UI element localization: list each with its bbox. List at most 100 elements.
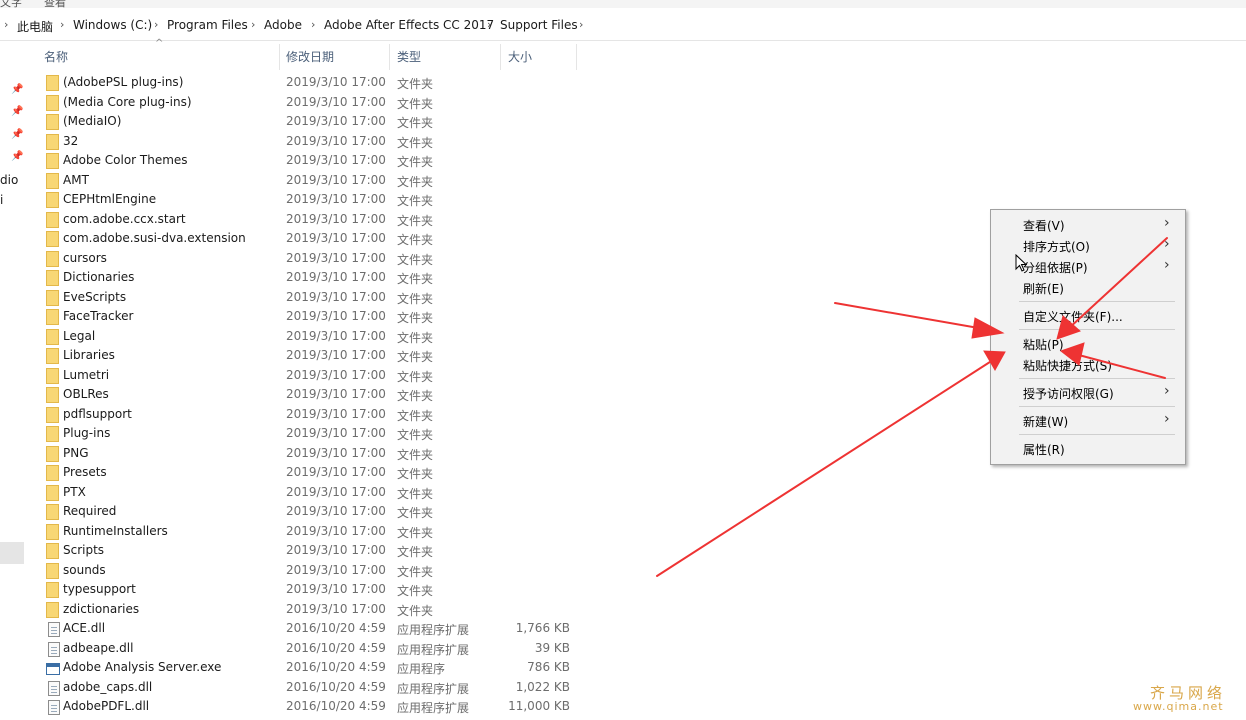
file-row[interactable]: Required 2019/3/10 17:00 文件夹 <box>44 503 584 522</box>
file-row[interactable]: pdflsupport 2019/3/10 17:00 文件夹 <box>44 406 584 425</box>
chevron-right-icon[interactable]: › <box>154 18 158 31</box>
file-row[interactable]: EveScripts 2019/3/10 17:00 文件夹 <box>44 289 584 308</box>
file-name: PTX <box>63 484 86 499</box>
menu-item-label: 授予访问权限(G) <box>1023 387 1114 401</box>
file-row[interactable]: (AdobePSL plug-ins) 2019/3/10 17:00 文件夹 <box>44 74 584 93</box>
file-row[interactable]: AdobePDFL.dll 2016/10/20 4:59 应用程序扩展 11,000… <box>44 698 584 717</box>
menu-item-label: 粘贴(P) <box>1023 338 1064 352</box>
column-divider[interactable] <box>576 44 577 70</box>
file-name: pdflsupport <box>63 406 132 421</box>
file-row[interactable]: Legal 2019/3/10 17:00 文件夹 <box>44 328 584 347</box>
menu-item-new[interactable]: 新建(W) › <box>991 410 1183 431</box>
file-type: 应用程序扩展 <box>397 642 470 657</box>
file-name: Presets <box>63 465 107 479</box>
menu-item-sort[interactable]: 排序方式(O) › <box>991 235 1183 256</box>
file-date: 2019/3/10 17:00 <box>286 94 386 109</box>
file-date: 2019/3/10 17:00 <box>286 582 386 596</box>
pin-icon[interactable]: 📌 <box>11 151 23 162</box>
breadcrumb-support-files[interactable]: Support Files <box>500 18 578 32</box>
menu-item-paste[interactable]: 粘贴(P) <box>991 333 1183 354</box>
folder-icon <box>46 192 59 208</box>
column-divider[interactable] <box>279 44 280 70</box>
file-date: 2019/3/10 17:00 <box>286 172 386 187</box>
file-row[interactable]: adbeape.dll 2016/10/20 4:59 应用程序扩展 39 KB <box>44 640 584 659</box>
file-row[interactable]: PNG 2019/3/10 17:00 文件夹 <box>44 445 584 464</box>
file-row[interactable]: com.adobe.susi-dva.extension 2019/3/10 17… <box>44 230 584 249</box>
file-row[interactable]: Adobe Color Themes 2019/3/10 17:00 文件夹 <box>44 152 584 171</box>
breadcrumb-adobe[interactable]: Adobe <box>264 18 302 32</box>
file-type: 文件夹 <box>397 330 434 345</box>
file-type: 文件夹 <box>397 174 434 189</box>
chevron-right-icon[interactable]: › <box>311 18 315 31</box>
file-row[interactable]: (MediaIO) 2019/3/10 17:00 文件夹 <box>44 113 584 132</box>
file-row[interactable]: adobe_caps.dll 2016/10/20 4:59 应用程序扩展 1,022… <box>44 679 584 698</box>
file-row[interactable]: Libraries 2019/3/10 17:00 文件夹 <box>44 347 584 366</box>
file-date: 2019/3/10 17:00 <box>286 133 386 148</box>
menu-item-refresh[interactable]: 刷新(E) <box>991 277 1183 298</box>
nav-item-label[interactable]: dio <box>0 173 18 187</box>
breadcrumb-this-pc[interactable]: 此电脑 <box>17 18 53 35</box>
file-type: 文件夹 <box>397 77 434 91</box>
chevron-right-icon[interactable]: › <box>251 18 255 31</box>
menu-item-paste-shortcut[interactable]: 粘贴快捷方式(S) <box>991 354 1183 375</box>
file-row[interactable]: Dictionaries 2019/3/10 17:00 文件夹 <box>44 269 584 288</box>
breadcrumb-after-effects[interactable]: Adobe After Effects CC 2017 <box>324 18 494 32</box>
menu-item-customize-folder[interactable]: 自定义文件夹(F)... <box>991 305 1183 326</box>
file-row[interactable]: (Media Core plug-ins) 2019/3/10 17:00 文件夹 <box>44 94 584 113</box>
menu-item-view[interactable]: 查看(V) › <box>991 214 1183 235</box>
file-row[interactable]: RuntimeInstallers 2019/3/10 17:00 文件夹 <box>44 523 584 542</box>
file-type: 文件夹 <box>397 564 434 579</box>
file-name: Legal <box>63 328 96 343</box>
breadcrumb-program-files[interactable]: Program Files <box>167 18 248 32</box>
file-row[interactable]: FaceTracker 2019/3/10 17:00 文件夹 <box>44 308 584 327</box>
nav-item-selected[interactable] <box>0 542 24 564</box>
file-row[interactable]: CEPHtmlEngine 2019/3/10 17:00 文件夹 <box>44 191 584 210</box>
column-header-size[interactable]: 大小 <box>508 48 532 65</box>
file-row[interactable]: OBLRes 2019/3/10 17:00 文件夹 <box>44 386 584 405</box>
chevron-right-icon[interactable]: › <box>60 18 64 31</box>
menu-item-properties[interactable]: 属性(R) <box>991 438 1183 459</box>
file-row[interactable]: com.adobe.ccx.start 2019/3/10 17:00 文件夹 <box>44 211 584 230</box>
file-date: 2019/3/10 17:00 <box>286 250 386 265</box>
file-row[interactable]: Scripts 2019/3/10 17:00 文件夹 <box>44 542 584 561</box>
file-row[interactable]: PTX 2019/3/10 17:00 文件夹 <box>44 484 584 503</box>
menu-separator <box>1019 301 1175 302</box>
chevron-right-icon[interactable]: › <box>4 18 8 31</box>
file-type: 文件夹 <box>397 408 434 423</box>
folder-icon <box>46 582 59 598</box>
pin-icon[interactable]: 📌 <box>11 84 23 95</box>
column-header-date[interactable]: 修改日期 <box>286 48 334 65</box>
breadcrumb-c-drive[interactable]: Windows (C:) <box>73 18 152 32</box>
nav-item-label[interactable]: i <box>0 193 3 207</box>
file-row[interactable]: ACE.dll 2016/10/20 4:59 应用程序扩展 1,766 KB <box>44 620 584 639</box>
file-date: 2019/3/10 17:00 <box>286 601 386 616</box>
file-row[interactable]: Lumetri 2019/3/10 17:00 文件夹 <box>44 367 584 386</box>
chevron-right-icon[interactable]: › <box>579 18 583 31</box>
file-row[interactable]: cursors 2019/3/10 17:00 文件夹 <box>44 250 584 269</box>
menu-item-label: 查看(V) <box>1023 219 1065 233</box>
file-row[interactable]: Plug-ins 2019/3/10 17:00 文件夹 <box>44 425 584 444</box>
ribbon-tab[interactable]: 查看 <box>44 0 66 8</box>
file-row[interactable]: typesupport 2019/3/10 17:00 文件夹 <box>44 581 584 600</box>
file-row[interactable]: 32 2019/3/10 17:00 文件夹 <box>44 133 584 152</box>
column-header-name[interactable]: 名称 <box>44 48 68 65</box>
pin-icon[interactable]: 📌 <box>11 106 23 117</box>
column-divider[interactable] <box>389 44 390 70</box>
file-row[interactable]: AMT 2019/3/10 17:00 文件夹 <box>44 172 584 191</box>
file-name: Scripts <box>63 543 105 557</box>
file-date: 2019/3/10 17:00 <box>286 270 386 284</box>
file-row[interactable]: Adobe Analysis Server.exe 2016/10/20 4:59… <box>44 659 584 678</box>
chevron-right-icon[interactable]: › <box>487 18 491 31</box>
file-row[interactable]: sounds 2019/3/10 17:00 文件夹 <box>44 562 584 581</box>
folder-icon <box>46 562 59 579</box>
ribbon-tab[interactable]: 文字 <box>0 0 22 8</box>
column-header-type[interactable]: 类型 <box>397 48 421 65</box>
folder-icon <box>46 172 59 189</box>
context-menu: 查看(V) › 排序方式(O) › 分组依据(P) › 刷新(E) 自定义文件夹… <box>990 209 1186 465</box>
column-divider[interactable] <box>500 44 501 70</box>
file-name: adobe_caps.dll <box>63 679 153 694</box>
file-row[interactable]: Presets 2019/3/10 17:00 文件夹 <box>44 464 584 483</box>
menu-item-give-access[interactable]: 授予访问权限(G) › <box>991 382 1183 403</box>
file-row[interactable]: zdictionaries 2019/3/10 17:00 文件夹 <box>44 601 584 620</box>
pin-icon[interactable]: 📌 <box>11 129 23 140</box>
